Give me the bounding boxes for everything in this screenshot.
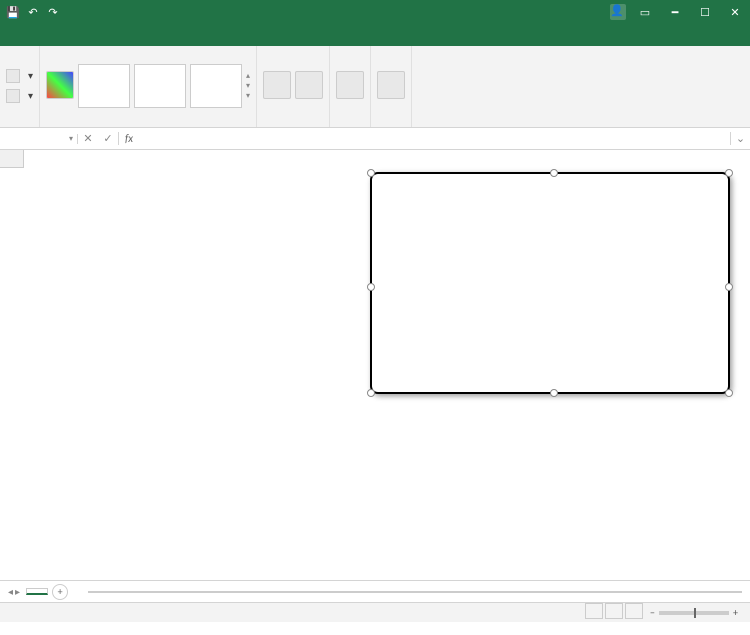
sheet-tab-bar: ◂ ▸ + — [0, 580, 750, 602]
ribbon-display-icon[interactable]: ▭ — [630, 6, 660, 19]
chart-style-1[interactable] — [78, 64, 130, 108]
group-data-label — [263, 123, 323, 125]
ribbon: ▾ ▾ ▴▾▾ — [0, 46, 750, 128]
quick-layout-icon — [6, 89, 20, 103]
switch-rowcol-icon — [263, 71, 291, 99]
select-data-button[interactable] — [295, 71, 323, 101]
zoom-in-icon[interactable]: + — [733, 606, 738, 619]
name-box[interactable] — [0, 134, 78, 144]
chart-object[interactable] — [370, 172, 730, 394]
resize-handle-nw[interactable] — [367, 169, 375, 177]
zoom-control[interactable]: − + — [650, 606, 742, 619]
user-area[interactable]: 👤 — [602, 4, 630, 20]
add-element-icon — [6, 69, 20, 83]
sheet-nav-prev[interactable]: ◂ — [8, 585, 13, 598]
move-chart-button[interactable] — [377, 71, 405, 101]
cancel-formula-icon[interactable]: ✕ — [78, 132, 98, 145]
resize-handle-w[interactable] — [367, 283, 375, 291]
quick-layout-button[interactable]: ▾ — [6, 88, 33, 104]
resize-handle-ne[interactable] — [725, 169, 733, 177]
select-data-icon — [295, 71, 323, 99]
group-location-label — [377, 123, 405, 125]
horizontal-scrollbar[interactable] — [88, 587, 742, 597]
formula-bar: ✕ ✓ fx ⌄ — [0, 128, 750, 150]
change-colors-button[interactable] — [46, 71, 74, 101]
add-sheet-button[interactable]: + — [52, 584, 68, 600]
style-scroll[interactable]: ▴▾▾ — [246, 71, 250, 101]
close-button[interactable]: ✕ — [720, 0, 750, 24]
sheet-tab-1[interactable] — [26, 588, 48, 595]
save-icon[interactable]: 💾 — [4, 3, 22, 21]
redo-icon[interactable]: ↷ — [44, 3, 62, 21]
change-type-icon — [336, 71, 364, 99]
status-bar: − + — [0, 602, 750, 622]
group-layouts-label — [6, 123, 33, 125]
select-all-corner[interactable] — [0, 150, 24, 168]
ribbon-tabs — [0, 24, 750, 46]
sheet-nav-next[interactable]: ▸ — [15, 585, 20, 598]
fx-icon[interactable]: fx — [119, 132, 139, 145]
resize-handle-n[interactable] — [550, 169, 558, 177]
move-chart-icon — [377, 71, 405, 99]
title-bar: 💾 ↶ ↷ 👤 ▭ ━ ☐ ✕ — [0, 0, 750, 24]
enter-formula-icon[interactable]: ✓ — [98, 132, 118, 145]
zoom-out-icon[interactable]: − — [650, 606, 655, 619]
resize-handle-s[interactable] — [550, 389, 558, 397]
expand-formula-icon[interactable]: ⌄ — [730, 132, 750, 145]
change-chart-type-button[interactable] — [336, 71, 364, 101]
undo-icon[interactable]: ↶ — [24, 3, 42, 21]
change-colors-icon — [46, 71, 74, 99]
group-type-label — [336, 123, 364, 125]
chart-plot-area[interactable] — [380, 188, 720, 338]
maximize-button[interactable]: ☐ — [690, 0, 720, 24]
resize-handle-e[interactable] — [725, 283, 733, 291]
switch-row-col-button[interactable] — [263, 71, 291, 101]
resize-handle-se[interactable] — [725, 389, 733, 397]
minimize-button[interactable]: ━ — [660, 0, 690, 24]
chart-style-3[interactable] — [190, 64, 242, 108]
zoom-slider[interactable] — [659, 611, 729, 615]
chart-style-2[interactable] — [134, 64, 186, 108]
group-styles-label — [46, 123, 250, 125]
resize-handle-sw[interactable] — [367, 389, 375, 397]
quick-access-toolbar: 💾 ↶ ↷ — [0, 3, 66, 21]
user-avatar-icon: 👤 — [610, 4, 626, 20]
view-buttons[interactable] — [584, 603, 644, 622]
add-chart-element-button[interactable]: ▾ — [6, 68, 33, 84]
